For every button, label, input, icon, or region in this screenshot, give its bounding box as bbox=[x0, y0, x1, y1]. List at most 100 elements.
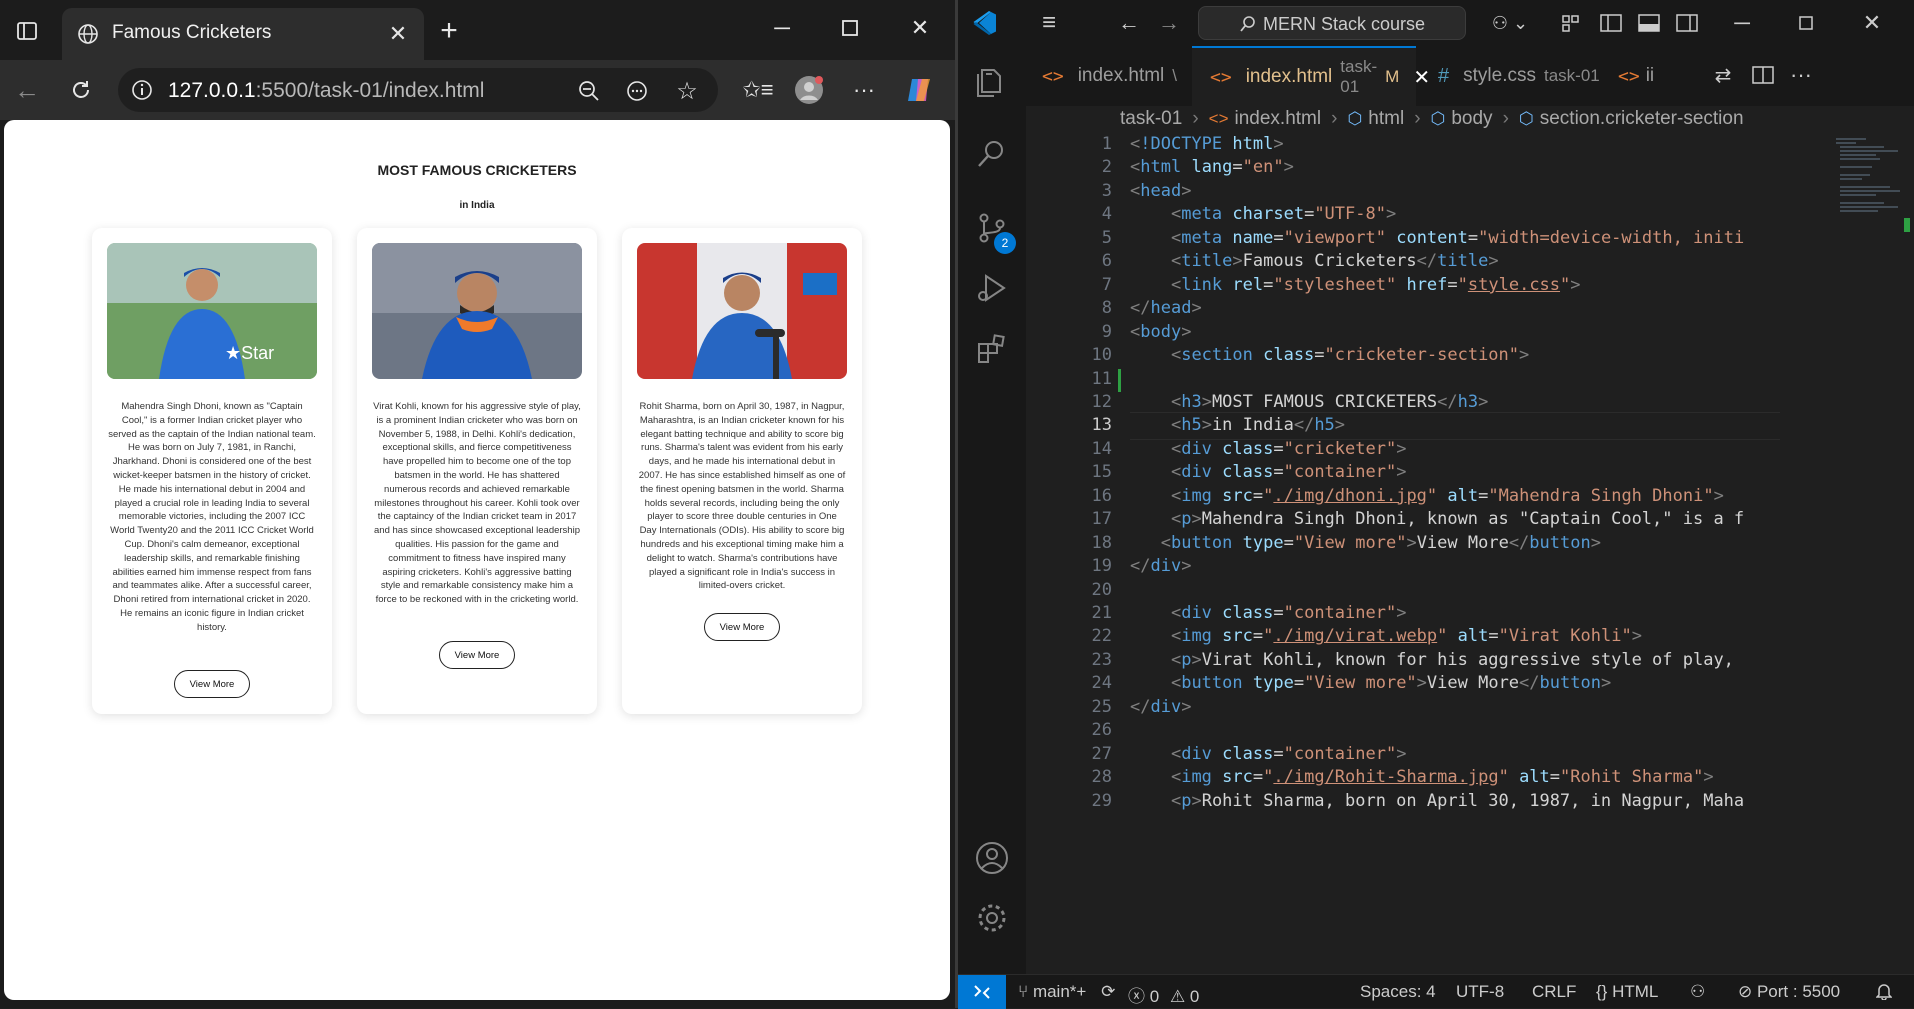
url-host: 127.0.0.1 bbox=[168, 79, 256, 102]
port-icon: ⊘ bbox=[1738, 982, 1757, 1001]
vscode-window: ≡ ← → MERN Stack course ⚇ ⌄ ─ ✕ 2 <> ind… bbox=[958, 0, 1914, 1009]
more-actions-icon[interactable]: ··· bbox=[1786, 60, 1816, 90]
toggle-sidebar-icon[interactable] bbox=[1596, 8, 1626, 38]
tab-overflow[interactable]: <> ii bbox=[1600, 46, 1660, 106]
language-mode: HTML bbox=[1612, 982, 1659, 1001]
code-line: <h3>MOST FAMOUS CRICKETERS</h3> bbox=[1170, 391, 1489, 412]
customize-layout-icon[interactable] bbox=[1556, 8, 1586, 38]
close-tab-icon[interactable]: ✕ bbox=[386, 21, 410, 46]
editor-scrollbar[interactable] bbox=[1900, 134, 1914, 974]
minimap[interactable] bbox=[1830, 134, 1900, 974]
account-icon[interactable] bbox=[974, 840, 1010, 876]
tab-style-css[interactable]: # style.css task-01 bbox=[1416, 46, 1600, 106]
back-icon[interactable]: ← bbox=[10, 74, 44, 106]
profile-avatar[interactable] bbox=[792, 74, 826, 106]
command-center[interactable]: MERN Stack course bbox=[1198, 6, 1466, 40]
minimap-line bbox=[1840, 174, 1870, 176]
line-number: 16 bbox=[1091, 485, 1112, 506]
browser-window: Famous Cricketers ✕ + ─ ✕ ← 127.0.0.1:55… bbox=[0, 0, 955, 1008]
tab-actions-icon[interactable] bbox=[12, 16, 42, 46]
html-file-icon: <> bbox=[1210, 66, 1232, 88]
toggle-secondary-sidebar-icon[interactable] bbox=[1672, 8, 1702, 38]
remote-indicator-icon[interactable] bbox=[958, 975, 1006, 1009]
breadcrumb-html[interactable]: html bbox=[1368, 108, 1404, 130]
command-center-label: MERN Stack course bbox=[1263, 14, 1426, 34]
code-line: <title>Famous Cricketers</title> bbox=[1170, 251, 1499, 272]
html-file-icon: <> bbox=[1618, 65, 1640, 87]
url-text: 127.0.0.1:5500/task-01/index.html bbox=[168, 79, 484, 103]
tab-sublabel: task-01 bbox=[1543, 66, 1600, 85]
close-window-icon[interactable]: ✕ bbox=[892, 10, 948, 46]
minimap-line bbox=[1840, 158, 1880, 160]
view-more-button-kohli[interactable]: View More bbox=[439, 641, 515, 669]
symbol-element-icon: ⬡ bbox=[1430, 109, 1446, 128]
tab-index-html-task01[interactable]: <> index.html task-01 M ✕ bbox=[1192, 46, 1430, 106]
copilot-icon[interactable] bbox=[902, 74, 936, 106]
chevron-right-icon: › bbox=[1331, 108, 1338, 129]
breadcrumb-file[interactable]: index.html bbox=[1235, 108, 1322, 130]
vscode-minimize-icon[interactable]: ─ bbox=[1714, 5, 1770, 41]
favorite-star-icon[interactable]: ☆ bbox=[674, 78, 700, 105]
code-editor[interactable]: <!DOCTYPE html> <html lang="en"> <head> <m… bbox=[1130, 134, 1780, 974]
run-debug-icon[interactable] bbox=[974, 270, 1010, 306]
breadcrumb-body[interactable]: body bbox=[1451, 108, 1492, 130]
activity-bar: 2 bbox=[958, 46, 1026, 974]
reading-mode-icon[interactable] bbox=[624, 78, 650, 104]
warning-count: 0 bbox=[1189, 987, 1200, 1006]
menu-icon[interactable]: ≡ bbox=[1032, 8, 1066, 38]
encoding-status[interactable]: UTF-8 bbox=[1456, 982, 1504, 1002]
extensions-icon[interactable] bbox=[974, 332, 1010, 368]
settings-gear-icon[interactable] bbox=[974, 900, 1010, 936]
open-changes-icon[interactable]: ⇄ bbox=[1708, 60, 1738, 90]
copilot-chat-icon[interactable]: ⚇ ⌄ bbox=[1486, 8, 1534, 38]
zoom-out-icon[interactable] bbox=[576, 78, 602, 104]
more-options-icon[interactable]: ··· bbox=[848, 74, 880, 106]
nav-forward-icon[interactable]: → bbox=[1154, 8, 1184, 38]
explorer-icon[interactable] bbox=[974, 64, 1010, 100]
line-number: 29 bbox=[1091, 790, 1112, 811]
search-view-icon[interactable] bbox=[974, 136, 1010, 172]
tab-index-html-root[interactable]: <> index.html \ bbox=[1026, 46, 1192, 106]
address-bar[interactable]: 127.0.0.1:5500/task-01/index.html ☆ bbox=[118, 68, 718, 112]
problems-status[interactable]: ⓧ 0 ⚠ 0 bbox=[1128, 982, 1199, 1007]
notifications-bell-icon[interactable] bbox=[1875, 982, 1893, 1005]
editor-tabs: <> index.html \ <> index.html task-01 M … bbox=[1026, 46, 1914, 106]
branch-status[interactable]: ⑂ main*+ ⟳ bbox=[1018, 982, 1115, 1002]
vscode-titlebar: ≡ ← → MERN Stack course ⚇ ⌄ ─ ✕ bbox=[958, 0, 1914, 46]
tab-sublabel: \ bbox=[1172, 66, 1178, 85]
eol-status[interactable]: CRLF bbox=[1532, 982, 1576, 1002]
split-editor-icon[interactable] bbox=[1748, 60, 1778, 90]
site-info-icon[interactable] bbox=[130, 78, 154, 102]
view-more-button-rohit[interactable]: View More bbox=[704, 613, 780, 641]
indentation-status[interactable]: Spaces: 4 bbox=[1360, 982, 1436, 1002]
line-number: 2 bbox=[1101, 157, 1112, 178]
line-number: 1 bbox=[1101, 134, 1112, 154]
toggle-panel-icon[interactable] bbox=[1634, 8, 1664, 38]
kohli-photo bbox=[372, 243, 582, 379]
maximize-icon[interactable] bbox=[822, 10, 878, 46]
favorites-icon[interactable]: ✩≡ bbox=[742, 74, 774, 106]
minimap-line bbox=[1840, 206, 1898, 208]
scroll-change-marker bbox=[1904, 218, 1910, 232]
code-line: <meta charset="UTF-8"> bbox=[1170, 204, 1397, 225]
copilot-status-icon[interactable]: ⚇ bbox=[1690, 982, 1705, 1002]
new-tab-icon[interactable]: + bbox=[432, 14, 466, 47]
minimap-line bbox=[1840, 202, 1884, 204]
vscode-close-icon[interactable]: ✕ bbox=[1844, 5, 1900, 41]
browser-tab-active[interactable]: Famous Cricketers ✕ bbox=[62, 8, 424, 60]
view-more-button-dhoni[interactable]: View More bbox=[174, 670, 250, 698]
line-number: 17 bbox=[1091, 509, 1112, 530]
refresh-icon[interactable] bbox=[64, 74, 98, 106]
live-server-status[interactable]: ⊘ Port : 5500 bbox=[1738, 982, 1840, 1002]
minimize-icon[interactable]: ─ bbox=[754, 10, 810, 46]
sync-icon[interactable]: ⟳ bbox=[1101, 982, 1115, 1001]
code-line: <div class="container"> bbox=[1170, 462, 1407, 483]
vscode-maximize-icon[interactable] bbox=[1778, 5, 1834, 41]
line-number: 18 bbox=[1091, 532, 1112, 553]
line-number-gutter: 1 2 3 4 5 6 7 8 9 10 11 12 13 14 15 16 17 18 19 20 21 22 23 24 2… bbox=[1026, 134, 1128, 974]
nav-back-icon[interactable]: ← bbox=[1114, 8, 1144, 38]
line-number: 19 bbox=[1091, 556, 1112, 577]
language-status[interactable]: {} HTML bbox=[1596, 982, 1658, 1002]
breadcrumb-folder[interactable]: task-01 bbox=[1120, 108, 1182, 130]
breadcrumb-section[interactable]: section.cricketer-section bbox=[1540, 108, 1744, 130]
